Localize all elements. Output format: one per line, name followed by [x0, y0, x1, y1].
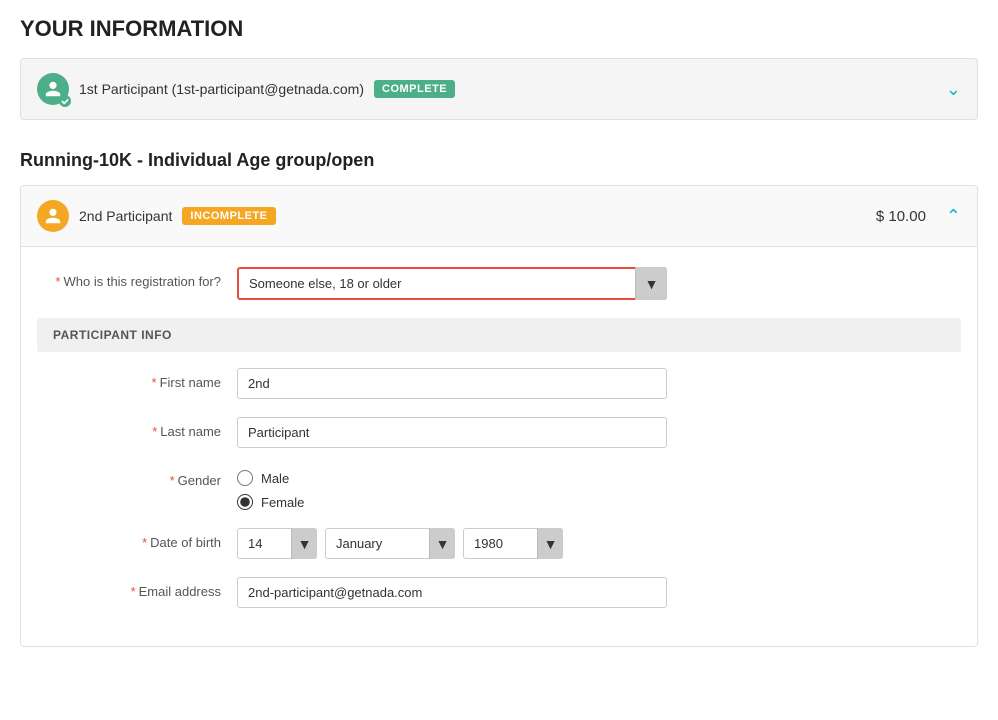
- second-participant-form-body: *Who is this registration for? Someone e…: [21, 247, 977, 646]
- second-participant-block: 2nd Participant INCOMPLETE $ 10.00 ⌃ *Wh…: [20, 185, 978, 647]
- second-participant-chevron[interactable]: ⌃: [946, 206, 961, 227]
- person-icon: [44, 80, 62, 98]
- second-participant-name: 2nd Participant: [79, 208, 172, 224]
- dob-selects: 14 1234 5678 9101112 13151617 181920 ▼ J…: [237, 528, 667, 559]
- first-participant-name: 1st Participant (1st-participant@getnada…: [79, 81, 364, 97]
- check-icon: [61, 97, 69, 105]
- dob-control: 14 1234 5678 9101112 13151617 181920 ▼ J…: [237, 528, 667, 559]
- first-name-input[interactable]: [237, 368, 667, 399]
- gender-female-option[interactable]: Female: [237, 494, 667, 510]
- first-participant-left: 1st Participant (1st-participant@getnada…: [37, 73, 455, 105]
- email-input[interactable]: [237, 577, 667, 608]
- registration-for-control: Someone else, 18 or older Myself Someone…: [237, 267, 667, 300]
- first-participant-status-badge: COMPLETE: [374, 80, 455, 98]
- last-name-label: *Last name: [37, 417, 237, 439]
- second-participant-price: $ 10.00: [876, 208, 926, 225]
- person-icon-2: [44, 207, 62, 225]
- dob-label: *Date of birth: [37, 528, 237, 550]
- gender-label: *Gender: [37, 466, 237, 488]
- first-participant-summary: 1st Participant (1st-participant@getnada…: [20, 58, 978, 120]
- gender-male-label: Male: [261, 471, 289, 486]
- second-participant-header-right: $ 10.00 ⌃: [876, 206, 961, 227]
- second-participant-avatar: [37, 200, 69, 232]
- second-participant-header: 2nd Participant INCOMPLETE $ 10.00 ⌃: [21, 186, 977, 247]
- participant-info-heading: PARTICIPANT INFO: [37, 318, 961, 352]
- second-participant-status-badge: INCOMPLETE: [182, 207, 275, 225]
- gender-male-option[interactable]: Male: [237, 470, 667, 486]
- dob-month-wrapper[interactable]: January FebruaryMarchApril MayJuneJuly A…: [325, 528, 455, 559]
- email-label: *Email address: [37, 577, 237, 599]
- email-row: *Email address: [37, 577, 961, 608]
- dob-day-wrapper[interactable]: 14 1234 5678 9101112 13151617 181920 ▼: [237, 528, 317, 559]
- first-name-control: [237, 368, 667, 399]
- gender-female-label: Female: [261, 495, 304, 510]
- registration-for-row: *Who is this registration for? Someone e…: [37, 267, 961, 300]
- email-control: [237, 577, 667, 608]
- first-participant-avatar: [37, 73, 69, 105]
- last-name-row: *Last name: [37, 417, 961, 448]
- second-participant-header-left: 2nd Participant INCOMPLETE: [37, 200, 276, 232]
- page-title: YOUR INFORMATION: [20, 16, 978, 42]
- gender-female-radio[interactable]: [237, 494, 253, 510]
- registration-for-select-wrapper[interactable]: Someone else, 18 or older Myself Someone…: [237, 267, 667, 300]
- first-participant-chevron[interactable]: ⌄: [946, 79, 961, 100]
- gender-radio-group: Male Female: [237, 466, 667, 510]
- dob-year-wrapper[interactable]: 1980 197519761977 197819791981 198219831…: [463, 528, 563, 559]
- dob-year-select[interactable]: 1980 197519761977 197819791981 198219831…: [463, 528, 563, 559]
- dob-day-select[interactable]: 14 1234 5678 9101112 13151617 181920: [237, 528, 317, 559]
- registration-for-select[interactable]: Someone else, 18 or older Myself Someone…: [237, 267, 667, 300]
- last-name-control: [237, 417, 667, 448]
- dob-row: *Date of birth 14 1234 5678 9101112 1315…: [37, 528, 961, 559]
- registration-for-label: *Who is this registration for?: [37, 267, 237, 289]
- last-name-input[interactable]: [237, 417, 667, 448]
- dob-month-select[interactable]: January FebruaryMarchApril MayJuneJuly A…: [325, 528, 455, 559]
- gender-male-radio[interactable]: [237, 470, 253, 486]
- gender-control: Male Female: [237, 466, 667, 510]
- first-name-row: *First name: [37, 368, 961, 399]
- gender-row: *Gender Male Female: [37, 466, 961, 510]
- checkmark-badge: [59, 95, 71, 107]
- section-title: Running-10K - Individual Age group/open: [20, 150, 978, 171]
- first-name-label: *First name: [37, 368, 237, 390]
